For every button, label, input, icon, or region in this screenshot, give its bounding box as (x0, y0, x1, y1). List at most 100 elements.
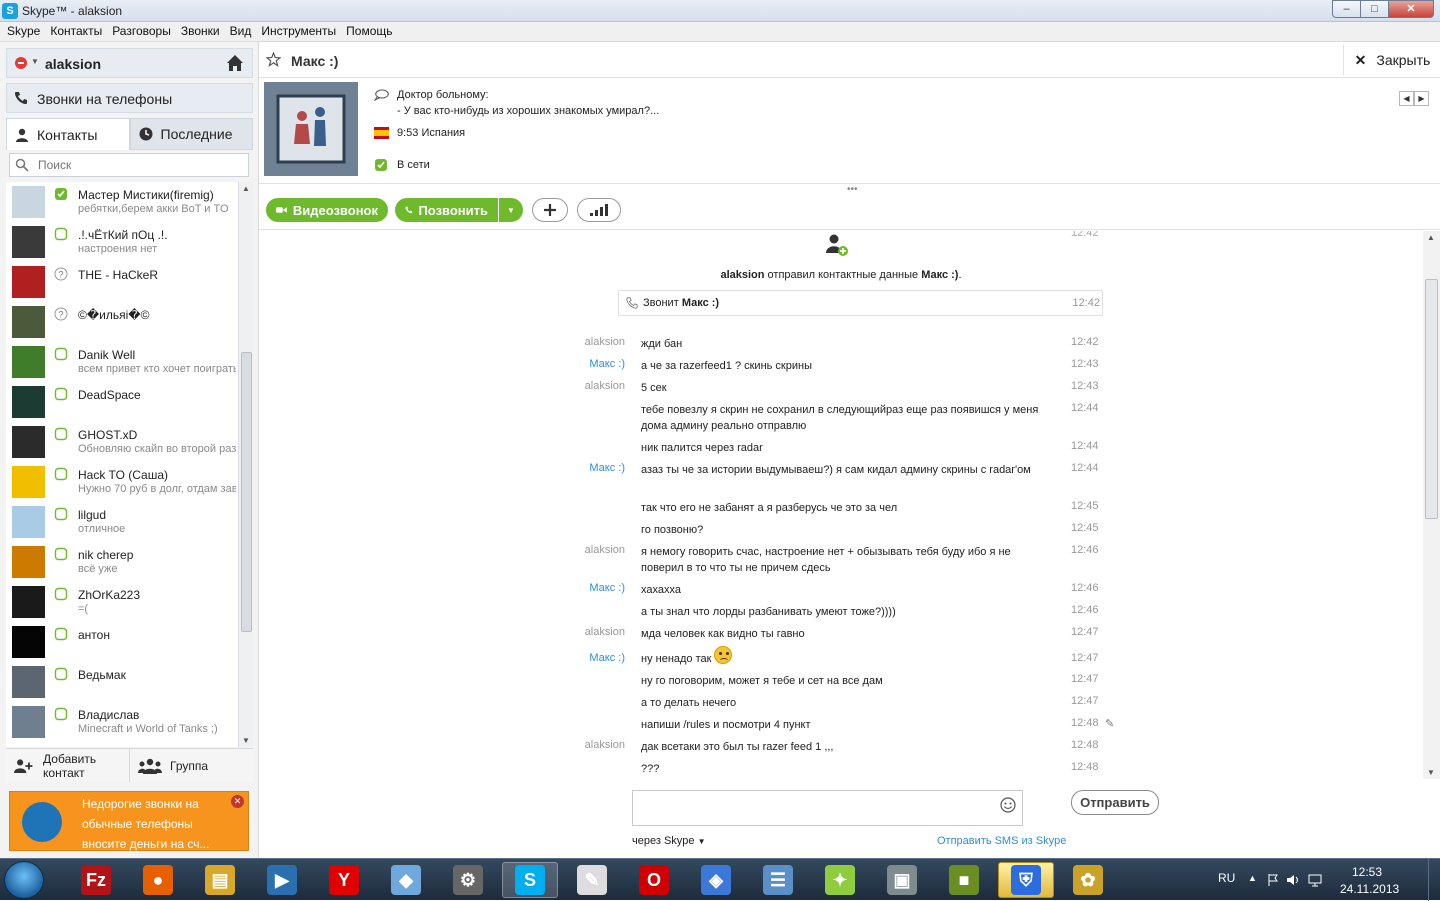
show-desktop-button[interactable] (1428, 859, 1440, 901)
contact-item[interactable]: lilgud отличное (6, 502, 238, 542)
send-button[interactable]: Отправить (1071, 790, 1159, 815)
emoticon-icon[interactable] (1000, 797, 1016, 813)
taskbar-app-firefox[interactable]: ● (130, 862, 186, 898)
chevron-up-icon[interactable]: ▲ (1248, 873, 1262, 887)
menu-tools[interactable]: Инструменты (256, 22, 341, 41)
message-sender[interactable]: Макс :) (589, 582, 625, 594)
volume-icon[interactable] (1286, 873, 1300, 887)
promo-banner[interactable]: Недорогие звонки на обычные телефоны вно… (9, 791, 249, 851)
clock-time[interactable]: 12:53 (1352, 865, 1382, 879)
message-input[interactable] (639, 799, 979, 817)
message-sender[interactable]: Макс :) (589, 652, 625, 664)
add-participant-button[interactable] (532, 198, 568, 222)
status-online-icon (54, 467, 68, 481)
scrollbar-thumb[interactable] (241, 352, 252, 632)
scroll-up-arrow[interactable]: ▲ (242, 184, 250, 193)
contact-item[interactable]: DeadSpace (6, 382, 238, 422)
status-dnd-icon[interactable] (15, 57, 27, 69)
taskbar-app-skype[interactable]: S (502, 862, 558, 898)
contact-item[interactable]: GHOST.xD Обновляю скайп во второй раз (6, 422, 238, 462)
contact-avatar[interactable] (264, 82, 358, 176)
contact-list[interactable]: Мастер Мистики(firemig) ребятки,берем акк… (6, 182, 238, 747)
message-body: так что его не забанят а я разберусь че … (641, 500, 1051, 516)
taskbar-app-yandex[interactable]: Y (316, 862, 372, 898)
message-body: дак всетаки это был ты razer feed 1 ,,, (641, 739, 1051, 755)
conversation-scrollbar[interactable]: ▲ ▼ (1423, 231, 1440, 779)
menu-skype[interactable]: Skype (2, 22, 45, 41)
taskbar-app-paint[interactable]: ✎ (564, 862, 620, 898)
menu-contacts[interactable]: Контакты (45, 22, 107, 41)
taskbar-app-security[interactable]: ⛨ (998, 862, 1054, 898)
message-sender[interactable]: Макс :) (589, 462, 625, 474)
profile-name[interactable]: alaksion (45, 56, 101, 72)
message-sender[interactable]: Макс :) (589, 358, 625, 370)
contact-item[interactable]: nik cherep всё уже (6, 542, 238, 582)
language-indicator[interactable]: RU (1218, 871, 1235, 885)
call-phones-button[interactable]: Звонки на телефоны (6, 83, 253, 113)
call-quality-button[interactable] (577, 198, 621, 222)
start-button[interactable] (4, 861, 44, 899)
taskbar-app-opera[interactable]: O (626, 862, 682, 898)
taskbar-app-settings[interactable]: ⚙ (440, 862, 496, 898)
add-contact-button[interactable]: Добавить контакт (6, 749, 129, 782)
home-icon[interactable] (226, 54, 244, 72)
message-body: 5 сек (641, 380, 1051, 396)
contact-item[interactable]: .!.чЁтКий пОц .!. настроения нет (6, 222, 238, 262)
taskbar-app-network[interactable]: ◈ (688, 862, 744, 898)
taskbar-app-explorer[interactable]: ▤ (192, 862, 248, 898)
contact-list-scrollbar[interactable]: ▲ ▼ (238, 182, 253, 747)
search-box[interactable] (9, 153, 249, 177)
contact-item[interactable]: ? THE - HaCkeR (6, 262, 238, 302)
call-button[interactable]: Позвонить (395, 198, 498, 222)
scrollbar-thumb[interactable] (1425, 279, 1438, 519)
contact-item[interactable]: антон (6, 622, 238, 662)
taskbar-app-media-player[interactable]: ▶ (254, 862, 310, 898)
send-sms-link[interactable]: Отправить SMS из Skype (937, 835, 1066, 847)
taskbar-app-filezilla[interactable]: Fz (68, 862, 124, 898)
message-time: 12:46 (1071, 604, 1099, 616)
contact-item[interactable]: Мастер Мистики(firemig) ребятки,берем акк… (6, 182, 238, 222)
menu-calls[interactable]: Звонки (176, 22, 225, 41)
chevron-right-icon[interactable]: ▶ (1414, 91, 1429, 106)
clock-date[interactable]: 24.11.2013 (1340, 882, 1399, 896)
star-icon[interactable] (266, 52, 281, 67)
taskbar-app-paint-tool[interactable]: ✿ (1060, 862, 1116, 898)
call-options-button[interactable]: ▼ (499, 198, 523, 222)
chevron-left-icon[interactable]: ◀ (1399, 91, 1414, 106)
maximize-button[interactable]: □ (1360, 0, 1389, 18)
scroll-down-arrow[interactable]: ▼ (242, 736, 250, 745)
close-icon[interactable]: ✕ (231, 795, 244, 808)
contact-item[interactable]: Владислав Minecraft и World of Tanks ;) (6, 702, 238, 742)
menu-help[interactable]: Помощь (341, 22, 397, 41)
send-via-selector[interactable]: через Skype ▼ (632, 835, 706, 847)
scroll-down-arrow[interactable]: ▼ (1427, 768, 1435, 777)
scroll-up-arrow[interactable]: ▲ (1427, 233, 1435, 242)
search-input[interactable] (36, 157, 241, 173)
taskbar-app-control-panel[interactable]: ☰ (750, 862, 806, 898)
taskbar-app-minecraft[interactable]: ■ (936, 862, 992, 898)
contact-item[interactable]: ? ©�ильяi�© (6, 302, 238, 342)
chevron-down-icon[interactable]: ▼ (31, 57, 39, 66)
message-composer[interactable] (632, 790, 1023, 826)
close-window-button[interactable]: ✕ (1388, 0, 1434, 18)
menu-view[interactable]: Вид (225, 22, 257, 41)
taskbar-app-games[interactable]: ✦ (812, 862, 868, 898)
profile-bar[interactable]: ▼ alaksion (6, 48, 253, 78)
contact-mood: Нужно 70 руб в долг, отдам завтра (78, 483, 236, 495)
network-icon[interactable] (1308, 873, 1322, 887)
minimize-button[interactable]: – (1332, 0, 1361, 18)
flag-icon[interactable] (1266, 873, 1280, 887)
video-call-button[interactable]: Видеозвонок (266, 198, 388, 222)
contact-item[interactable]: Ведьмак (6, 662, 238, 702)
conversation-history[interactable]: 12:42 alaksion отправил контактные данны… (259, 231, 1423, 779)
taskbar-app-remote[interactable]: ▣ (874, 862, 930, 898)
create-group-button[interactable]: Группа (129, 749, 253, 782)
tab-recent[interactable]: Последние (129, 118, 253, 150)
tab-contacts[interactable]: Контакты (6, 118, 130, 150)
taskbar-app-notepad[interactable]: ◆ (378, 862, 434, 898)
menu-conversations[interactable]: Разговоры (107, 22, 176, 41)
contact-item[interactable]: ZhOrKa223 =( (6, 582, 238, 622)
contact-item[interactable]: Danik Well всем привет кто хочет поиграть (6, 342, 238, 382)
close-conversation-button[interactable]: ✕ Закрыть (1343, 45, 1440, 75)
contact-item[interactable]: Hack TO (Саша) Нужно 70 руб в долг, отдам… (6, 462, 238, 502)
